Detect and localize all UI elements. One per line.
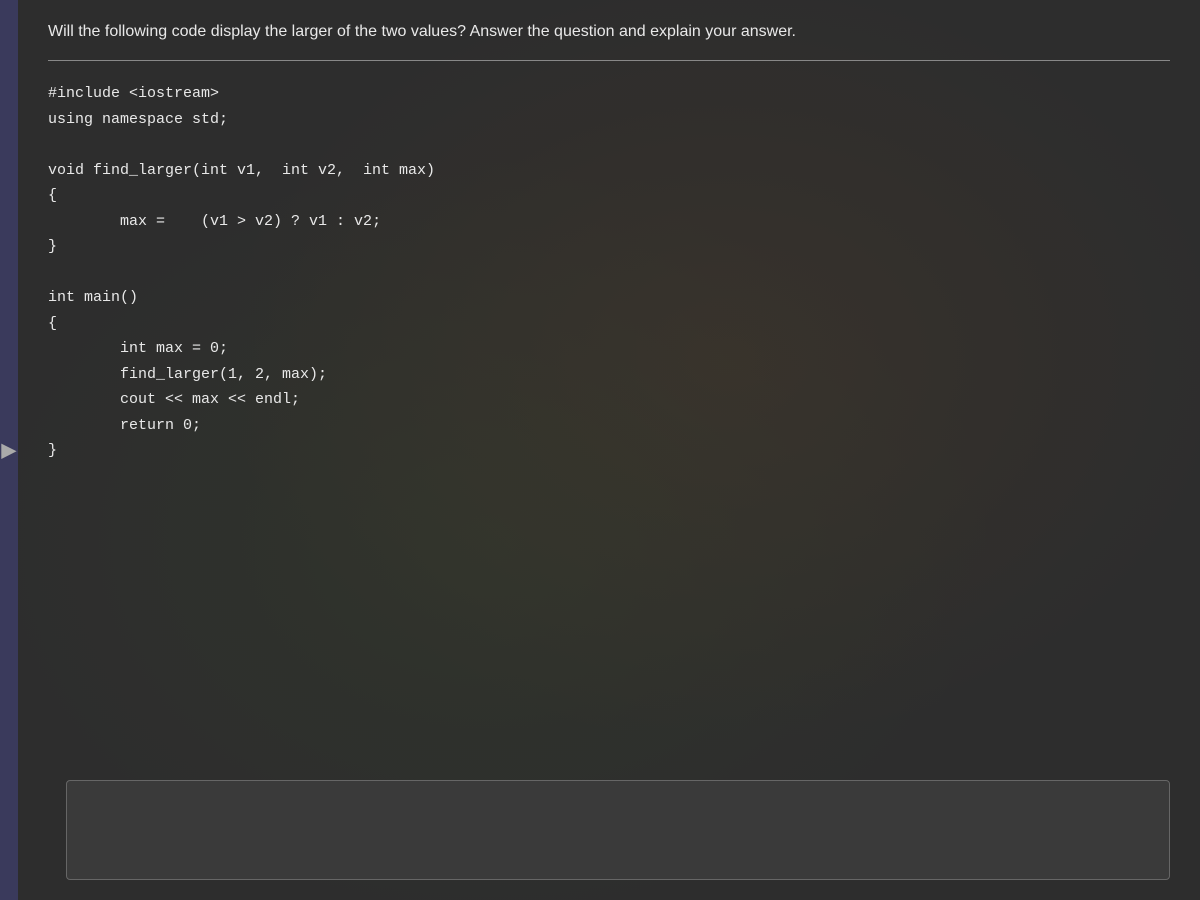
code-line-13: cout << max << endl; [84,391,300,408]
code-line-4: void find_larger(int v1, int v2, int max… [48,162,435,179]
code-line-2: using namespace std; [48,111,228,128]
question-text: Will the following code display the larg… [48,20,1170,44]
code-line-11: int max = 0; [84,340,228,357]
code-line-12: find_larger(1, 2, max); [84,366,327,383]
divider [48,60,1170,61]
code-line-10: { [48,315,57,332]
code-line-9: int main() [48,289,138,306]
code-block: #include <iostream> using namespace std;… [48,81,1170,464]
code-line-6: max = (v1 > v2) ? v1 : v2; [84,213,381,230]
content-wrapper: Will the following code display the larg… [48,20,1170,464]
answer-input-box[interactable] [66,780,1170,880]
main-content: Will the following code display the larg… [18,0,1200,900]
nav-arrow[interactable]: ▶ [0,438,18,463]
code-line-5: { [48,187,57,204]
code-line-15: } [48,442,57,459]
code-line-14: return 0; [84,417,201,434]
code-line-7: } [48,238,57,255]
code-line-1: #include <iostream> [48,85,219,102]
